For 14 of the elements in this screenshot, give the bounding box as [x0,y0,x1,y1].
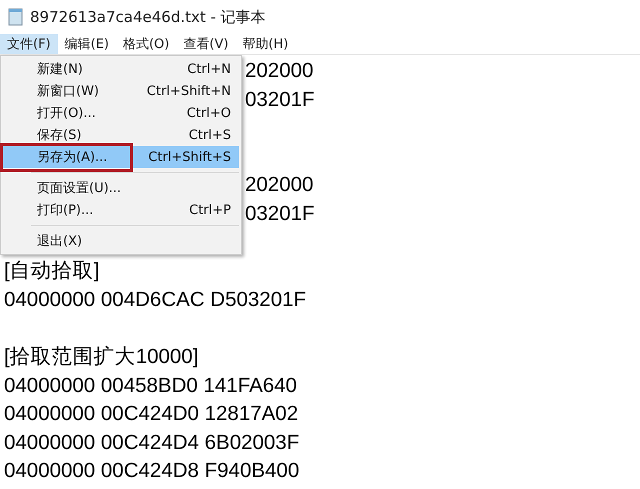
menu-item[interactable]: 文件(F) [0,34,58,54]
notepad-icon [8,8,24,26]
menu-item[interactable]: 格式(O) [116,34,176,54]
menu-item[interactable]: 退出(X) [3,230,239,252]
window-title: 8972613a7ca4e46d.txt - 记事本 [30,8,266,26]
menu-item[interactable]: 帮助(H) [235,34,296,54]
menu-item[interactable]: 打开(O)... Ctrl+O [3,102,239,124]
menu-item[interactable]: 新窗口(W) Ctrl+Shift+N [3,80,239,102]
menu-item[interactable]: 打印(P)... Ctrl+P [3,199,239,221]
menu-item[interactable]: 新建(N) Ctrl+N [3,58,239,80]
menu-item[interactable]: 编辑(E) [58,34,116,54]
menu-item[interactable]: 保存(S) Ctrl+S [3,124,239,146]
menu-item[interactable]: 页面设置(U)... [3,177,239,199]
menu-item[interactable]: 查看(V) [176,34,236,54]
